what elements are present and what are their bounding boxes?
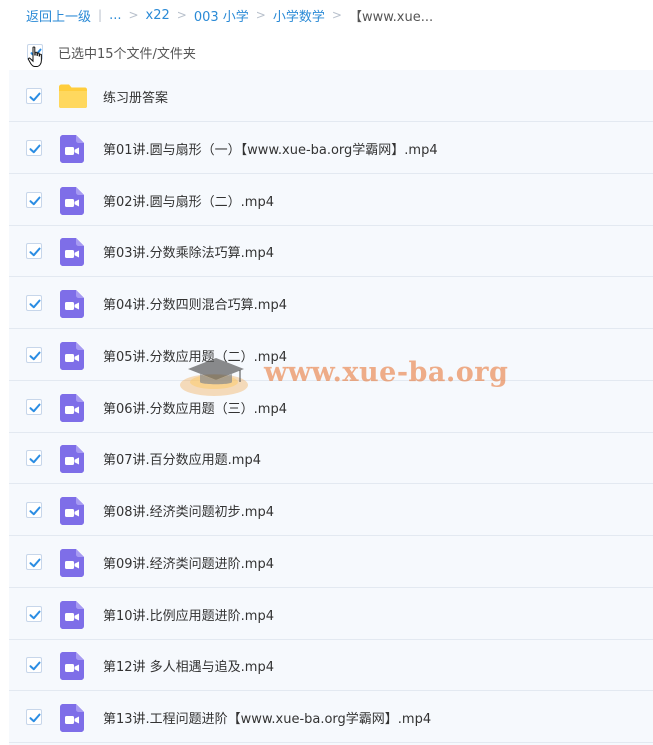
file-checkbox[interactable] xyxy=(26,295,42,311)
file-name[interactable]: 第12讲 多人相遇与追及.mp4 xyxy=(103,656,274,675)
video-file-icon xyxy=(60,601,84,633)
breadcrumb-item-math[interactable]: 小学数学 xyxy=(273,6,325,25)
back-link[interactable]: 返回上一级 xyxy=(26,6,91,25)
file-name[interactable]: 第06讲.分数应用题（三）.mp4 xyxy=(103,398,287,417)
file-row[interactable]: 练习册答案 xyxy=(9,70,653,122)
video-file-icon xyxy=(60,187,84,219)
file-row[interactable]: 第04讲.分数四则混合巧算.mp4 xyxy=(9,277,653,329)
file-row[interactable]: 第05讲.分数应用题（二）.mp4 xyxy=(9,329,653,381)
checkmark-icon xyxy=(29,506,41,516)
file-name[interactable]: 第03讲.分数乘除法巧算.mp4 xyxy=(103,242,274,261)
file-checkbox[interactable] xyxy=(26,88,42,104)
file-name[interactable]: 第08讲.经济类问题初步.mp4 xyxy=(103,501,274,520)
video-file-icon xyxy=(60,497,84,529)
folder-icon xyxy=(58,83,88,113)
breadcrumb-current: 【www.xue... xyxy=(348,9,434,25)
file-row[interactable]: 第13讲.工程问题进阶【www.xue-ba.org学霸网】.mp4 xyxy=(9,691,653,743)
file-checkbox[interactable] xyxy=(26,606,42,622)
file-name[interactable]: 第05讲.分数应用题（二）.mp4 xyxy=(103,346,287,365)
file-row[interactable]: 第10讲.比例应用题进阶.mp4 xyxy=(9,588,653,640)
file-row[interactable]: 第01讲.圆与扇形（一）【www.xue-ba.org学霸网】.mp4 xyxy=(9,122,653,174)
checkmark-icon xyxy=(29,610,41,620)
breadcrumb-separator: > xyxy=(176,8,187,22)
video-file-icon xyxy=(60,342,84,374)
file-checkbox[interactable] xyxy=(26,450,42,466)
checkmark-icon xyxy=(29,299,41,309)
video-file-icon xyxy=(60,445,84,477)
video-file-icon xyxy=(60,135,84,167)
checkmark-icon xyxy=(29,144,41,154)
file-row[interactable]: 第12讲 多人相遇与追及.mp4 xyxy=(9,639,653,691)
checkmark-icon xyxy=(29,713,41,723)
file-row[interactable]: 第02讲.圆与扇形（二）.mp4 xyxy=(9,174,653,226)
file-checkbox[interactable] xyxy=(26,709,42,725)
file-checkbox[interactable] xyxy=(26,192,42,208)
file-checkbox[interactable] xyxy=(26,657,42,673)
file-name[interactable]: 第07讲.百分数应用题.mp4 xyxy=(103,449,261,468)
file-name[interactable]: 第04讲.分数四则混合巧算.mp4 xyxy=(103,294,287,313)
breadcrumb-separator: > xyxy=(331,8,342,22)
folder-name[interactable]: 练习册答案 xyxy=(103,87,168,106)
file-name[interactable]: 第01讲.圆与扇形（一）【www.xue-ba.org学霸网】.mp4 xyxy=(103,139,438,158)
file-checkbox[interactable] xyxy=(26,554,42,570)
breadcrumb-ellipsis[interactable]: ... xyxy=(109,8,121,23)
checkmark-icon xyxy=(29,661,41,671)
file-name[interactable]: 第13讲.工程问题进阶【www.xue-ba.org学霸网】.mp4 xyxy=(103,708,431,727)
checkmark-icon xyxy=(29,558,41,568)
video-file-icon xyxy=(60,394,84,426)
checkmark-icon xyxy=(29,351,41,361)
checkmark-icon xyxy=(29,92,41,102)
checkmark-icon xyxy=(29,454,41,464)
selection-count-label: 已选中15个文件/文件夹 xyxy=(58,47,196,62)
file-row[interactable]: 第07讲.百分数应用题.mp4 xyxy=(9,432,653,484)
video-file-icon xyxy=(60,290,84,322)
video-file-icon xyxy=(60,238,84,270)
file-checkbox[interactable] xyxy=(26,399,42,415)
file-name[interactable]: 第09讲.经济类问题进阶.mp4 xyxy=(103,553,274,572)
breadcrumb-divider: | xyxy=(98,8,103,22)
file-name[interactable]: 第10讲.比例应用题进阶.mp4 xyxy=(103,605,274,624)
breadcrumb-separator: > xyxy=(128,8,139,22)
video-file-icon xyxy=(60,704,84,736)
hand-pointer-icon xyxy=(27,46,42,67)
file-row[interactable]: 第09讲.经济类问题进阶.mp4 xyxy=(9,536,653,588)
checkmark-icon xyxy=(29,403,41,413)
file-checkbox[interactable] xyxy=(26,347,42,363)
file-checkbox[interactable] xyxy=(26,243,42,259)
checkmark-icon xyxy=(29,196,41,206)
breadcrumb-item-x22[interactable]: x22 xyxy=(146,8,170,23)
breadcrumb-item-003[interactable]: 003 小学 xyxy=(194,6,249,25)
breadcrumb: 返回上一级 | ... > x22 > 003 小学 > 小学数学 > 【www… xyxy=(26,6,434,25)
file-name[interactable]: 第02讲.圆与扇形（二）.mp4 xyxy=(103,191,274,210)
checkmark-icon xyxy=(29,247,41,257)
file-checkbox[interactable] xyxy=(26,140,42,156)
file-row[interactable]: 第03讲.分数乘除法巧算.mp4 xyxy=(9,225,653,277)
file-checkbox[interactable] xyxy=(26,502,42,518)
select-all-bar: 已选中15个文件/文件夹 xyxy=(0,34,653,68)
breadcrumb-separator: > xyxy=(255,8,266,22)
file-row[interactable]: 第08讲.经济类问题初步.mp4 xyxy=(9,484,653,536)
video-file-icon xyxy=(60,652,84,684)
file-list: 练习册答案第01讲.圆与扇形（一）【www.xue-ba.org学霸网】.mp4… xyxy=(9,70,653,745)
video-file-icon xyxy=(60,549,84,581)
file-row[interactable]: 第06讲.分数应用题（三）.mp4 xyxy=(9,381,653,433)
